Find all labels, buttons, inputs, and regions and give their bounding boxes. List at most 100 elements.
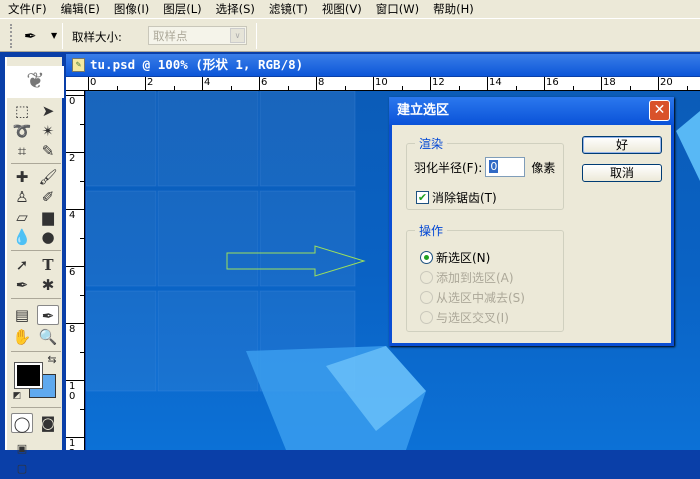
menu-bar: 文件(F) 编辑(E) 图像(I) 图层(L) 选择(S) 滤镜(T) 视图(V…: [0, 0, 700, 18]
render-group-label: 渲染: [419, 137, 444, 151]
ruler-label: 6: [69, 267, 76, 278]
divider: [11, 163, 61, 164]
healing-brush-icon[interactable]: ✚: [11, 167, 33, 187]
brush-tool-icon[interactable]: 🖌: [37, 167, 59, 187]
divider: [11, 351, 61, 352]
crop-tool-icon[interactable]: ⌗: [11, 141, 33, 161]
ruler-tick: [686, 86, 688, 90]
radio-subtract: [420, 291, 433, 304]
type-tool-icon[interactable]: T: [37, 255, 59, 275]
ruler-tick: [430, 77, 431, 90]
tool-preset-dropdown-icon[interactable]: ▼: [51, 31, 57, 40]
ruler-tick: [80, 180, 84, 182]
feather-row: 羽化半径(F): 0 像素: [414, 157, 555, 177]
foreground-color-swatch[interactable]: [14, 362, 43, 389]
menu-file[interactable]: 文件(F): [8, 1, 47, 17]
document-title: tu.psd @ 100% (形状 1, RGB/8): [90, 57, 304, 72]
magic-wand-icon[interactable]: ✴: [37, 121, 59, 141]
operation-label: 新选区(N): [436, 251, 491, 265]
ruler-label: 0: [69, 96, 76, 107]
operation-add-to-selection: 添加到选区(A): [420, 269, 514, 286]
close-icon[interactable]: ✕: [649, 100, 670, 121]
menu-filter[interactable]: 滤镜(T): [269, 1, 308, 17]
gradient-tool-icon[interactable]: ▆: [37, 207, 59, 227]
ruler-label: 10: [375, 77, 388, 88]
ruler-tick: [80, 294, 84, 296]
options-grip[interactable]: [10, 24, 12, 48]
ruler-label: 2: [147, 77, 154, 88]
dodge-tool-icon[interactable]: ●: [37, 227, 59, 247]
dialog-title: 建立选区: [397, 103, 450, 118]
operation-new-selection[interactable]: 新选区(N): [420, 249, 490, 266]
vertical-ruler[interactable]: 0 2 4 6 8 1 0 1 2: [66, 91, 85, 450]
dialog-title-bar[interactable]: 建立选区 ✕: [389, 97, 674, 125]
eraser-tool-icon[interactable]: ▱: [11, 207, 33, 227]
ruler-tick: [458, 86, 460, 90]
swap-colors-icon[interactable]: ⇆: [45, 353, 59, 367]
ruler-label: 8: [69, 324, 76, 335]
cancel-button[interactable]: 取消: [582, 164, 662, 182]
ruler-tick: [202, 77, 203, 90]
clone-stamp-icon[interactable]: ♙: [11, 187, 33, 207]
notes-tool-icon[interactable]: ▤: [11, 305, 33, 325]
feather-logo-icon[interactable]: ❦: [7, 66, 64, 98]
slice-tool-icon[interactable]: ✎: [37, 141, 59, 161]
zoom-tool-icon[interactable]: 🔍: [37, 327, 59, 347]
horizontal-ruler[interactable]: 0 2 4 6 8 10 12 14 16 18 20: [66, 77, 700, 91]
antialias-label[interactable]: 消除锯齿(T): [432, 189, 497, 206]
sample-size-label: 取样大小:: [72, 30, 122, 44]
menu-view[interactable]: 视图(V): [322, 1, 362, 17]
ruler-label: 4: [69, 210, 76, 221]
sample-size-select[interactable]: 取样点 ∨: [148, 26, 247, 45]
toolbox: ❦ ⬚ ➤ ➰ ✴ ⌗ ✎ ✚ 🖌 ♙ ✐ ▱ ▆ 💧 ● ➚ T ✒ ✱ ▤ …: [5, 57, 64, 475]
hand-tool-icon[interactable]: ✋: [11, 327, 33, 347]
feather-unit: 像素: [531, 160, 556, 175]
custom-shape-icon[interactable]: ✱: [37, 275, 59, 295]
radio-add-to-selection: [420, 271, 433, 284]
lasso-tool-icon[interactable]: ➰: [11, 121, 33, 141]
ruler-label: 1 0: [69, 381, 76, 402]
ruler-tick: [316, 77, 317, 90]
menu-image[interactable]: 图像(I): [114, 1, 149, 17]
radio-new-selection[interactable]: [420, 251, 433, 264]
move-tool-icon[interactable]: ➤: [37, 101, 59, 121]
document-title-bar[interactable]: ✎ tu.psd @ 100% (形状 1, RGB/8): [66, 54, 700, 76]
screen-mode-icon[interactable]: ▣ ▢: [11, 439, 33, 475]
ruler-tick: [80, 351, 84, 353]
history-brush-icon[interactable]: ✐: [37, 187, 59, 207]
ruler-label: 20: [660, 77, 673, 88]
options-bar: ✒ ▼ 取样大小: 取样点 ∨: [0, 18, 700, 52]
ruler-tick: [259, 77, 260, 90]
ruler-tick: [658, 77, 659, 90]
ruler-tick: [230, 86, 232, 90]
eyedropper-tool-icon[interactable]: ✒: [37, 305, 59, 325]
blur-tool-icon[interactable]: 💧: [11, 227, 33, 247]
ruler-tick: [515, 86, 517, 90]
ruler-tick: [145, 77, 146, 90]
path-select-icon[interactable]: ➚: [11, 255, 33, 275]
marquee-tool-icon[interactable]: ⬚: [11, 101, 33, 121]
pen-tool-icon[interactable]: ✒: [11, 275, 33, 295]
default-colors-icon[interactable]: ◩: [11, 390, 23, 402]
menu-edit[interactable]: 编辑(E): [61, 1, 100, 17]
ruler-tick: [572, 86, 574, 90]
ruler-tick: [287, 86, 289, 90]
ruler-tick: [601, 77, 602, 90]
quick-mask-icon[interactable]: ◙: [37, 413, 59, 433]
menu-layer[interactable]: 图层(L): [163, 1, 201, 17]
standard-mode-icon[interactable]: ◯: [11, 413, 33, 433]
menu-help[interactable]: 帮助(H): [433, 1, 474, 17]
feather-radius-input[interactable]: 0: [485, 157, 526, 177]
ruler-tick: [373, 77, 374, 90]
ruler-tick: [401, 86, 403, 90]
ruler-label: 18: [603, 77, 616, 88]
ruler-tick: [344, 86, 346, 90]
operation-label: 添加到选区(A): [436, 271, 514, 285]
menu-select[interactable]: 选择(S): [216, 1, 255, 17]
ok-button[interactable]: 好: [582, 136, 662, 154]
radio-intersect: [420, 311, 433, 324]
eyedropper-icon[interactable]: ✒: [24, 27, 37, 45]
ruler-label: 14: [489, 77, 502, 88]
antialias-checkbox[interactable]: ✔: [416, 191, 429, 204]
menu-window[interactable]: 窗口(W): [376, 1, 419, 17]
